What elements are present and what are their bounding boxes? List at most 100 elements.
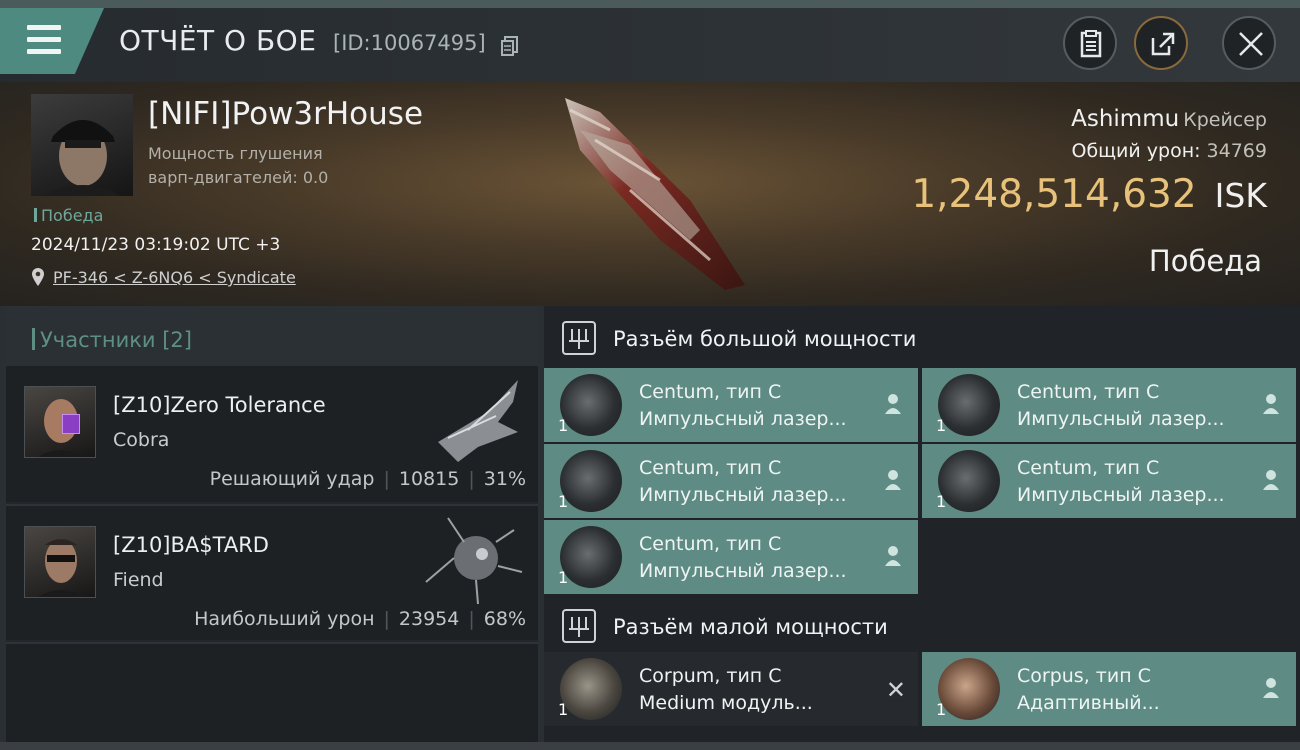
close-icon [1239, 32, 1263, 56]
module-type: Импульсный лазер... [639, 408, 847, 430]
isk-unit: ISK [1214, 176, 1267, 215]
avatar-art [38, 399, 84, 457]
module-slot[interactable]: 1 Centum, тип С Импульсный лазер... [922, 444, 1296, 518]
avatar[interactable] [24, 386, 96, 458]
attacker-role: Наибольший урон [194, 608, 375, 630]
laser-module-icon [560, 526, 622, 588]
low-slot-icon [562, 609, 596, 643]
module-name: Centum, тип С [639, 381, 782, 403]
high-slot-title: Разъём большой мощности [613, 327, 917, 351]
module-slot[interactable]: 1 Corpus, тип С Адаптивный... [922, 652, 1296, 726]
participants-panel: Участники [2] [Z10]Zero Tolerance Cobra … [0, 306, 544, 750]
attacker-ship-image [438, 380, 518, 462]
attacker-percent: 68% [483, 608, 526, 630]
avatar-art [38, 539, 84, 597]
slot-quantity: 1 [558, 568, 569, 587]
total-damage-label: Общий урон: [1071, 140, 1201, 162]
victim-result-badge: Победа [34, 206, 103, 225]
menu-button[interactable] [0, 8, 104, 74]
share-button[interactable] [1134, 16, 1188, 70]
person-icon [885, 470, 901, 490]
module-slot[interactable]: 1 Centum, тип С Импульсный лазер... [544, 444, 918, 518]
attacker-row[interactable]: [Z10]Zero Tolerance Cobra Решающий удар |… [6, 366, 538, 502]
ship-class: Крейсер [1183, 109, 1267, 131]
low-slot-title: Разъём малой мощности [613, 615, 888, 639]
victim-portrait[interactable] [31, 94, 133, 196]
module-slot[interactable]: 1 Centum, тип С Импульсный лазер... [922, 368, 1296, 442]
report-id: [ID:10067495] [333, 31, 486, 55]
person-icon [1263, 470, 1279, 490]
person-icon [885, 546, 901, 566]
victim-ship: Ashimmu Крейсер [1071, 106, 1267, 132]
attacker-percent: 31% [483, 468, 526, 490]
slot-quantity: 1 [558, 416, 569, 435]
module-name: Centum, тип С [639, 533, 782, 555]
module-slot[interactable]: 1 Centum, тип С Импульсный лазер... [544, 520, 918, 594]
laser-module-icon [560, 374, 622, 436]
clipboard-button[interactable] [1063, 16, 1117, 70]
slot-quantity: 1 [558, 492, 569, 511]
low-slot-section-header: Разъём малой мощности [544, 594, 1300, 656]
person-icon [1263, 678, 1279, 698]
laser-module-icon [938, 450, 1000, 512]
attacker-name: [Z10]Zero Tolerance [113, 393, 326, 417]
kill-summary: [NIFI]Pow3rHouse Мощность глушения варп-… [0, 82, 1300, 306]
attacker-ship-image [425, 517, 523, 605]
laser-module-icon [938, 374, 1000, 436]
laser-module-icon [560, 450, 622, 512]
clipboard-icon [1080, 30, 1102, 58]
victim-name: [NIFI]Pow3rHouse [148, 96, 424, 132]
module-slot[interactable]: 1 Centum, тип С Импульсный лазер... [544, 368, 918, 442]
participants-title: Участники [2] [32, 328, 192, 352]
isk-value: 1,248,514,632 ISK [911, 172, 1267, 217]
victim-warp-scramble-stat: Мощность глушения варп-двигателей: 0.0 [148, 142, 378, 190]
module-type: Импульсный лазер... [1017, 484, 1225, 506]
person-icon [885, 394, 901, 414]
slot-quantity: 1 [936, 700, 947, 719]
module-slot[interactable]: 1 Corpum, тип С Medium модуль... ✕ [544, 652, 918, 726]
slot-quantity: 1 [558, 700, 569, 719]
battle-outcome: Победа [1148, 244, 1262, 278]
person-icon [1263, 394, 1279, 414]
kill-location-link[interactable]: PF-346 < Z-6NQ6 < Syndicate [53, 268, 296, 287]
attacker-stats: Наибольший урон | 23954 | 68% [194, 608, 526, 630]
header-accent-line [0, 0, 1300, 8]
attacker-row[interactable]: [Z10]BA$TARD Fiend Наибольший урон | 23954… [6, 504, 538, 640]
attacker-stats: Решающий удар | 10815 | 31% [209, 468, 526, 490]
hardener-module-icon [938, 658, 1000, 720]
module-type: Medium модуль... [639, 692, 813, 714]
page-title: ОТЧЁТ О БОЕ [119, 24, 317, 57]
ship-name: Ashimmu [1071, 106, 1180, 132]
header-bar: ОТЧЁТ О БОЕ [ID:10067495] [0, 0, 1300, 82]
share-icon [1151, 32, 1175, 56]
high-slot-icon [562, 321, 596, 355]
attacker-damage: 10815 [398, 468, 460, 490]
final-blow-badge-icon [62, 414, 80, 434]
module-name: Centum, тип С [1017, 457, 1160, 479]
module-type: Импульсный лазер... [1017, 408, 1225, 430]
attacker-ship: Cobra [113, 429, 170, 451]
destroyed-x-icon: ✕ [885, 676, 906, 704]
copy-icon[interactable] [501, 36, 519, 56]
slot-quantity: 1 [936, 492, 947, 511]
module-type: Импульсный лазер... [639, 484, 847, 506]
attacker-ship: Fiend [113, 569, 164, 591]
module-name: Centum, тип С [1017, 381, 1160, 403]
module-name: Centum, тип С [639, 457, 782, 479]
slot-quantity: 1 [936, 416, 947, 435]
participants-header: Участники [2] [6, 306, 538, 366]
participants-empty-area [6, 642, 538, 750]
module-name: Corpus, тип С [1017, 665, 1151, 687]
victim-ship-image [565, 98, 745, 290]
bottom-strip [0, 742, 1300, 750]
attacker-name: [Z10]BA$TARD [113, 533, 269, 557]
stat-line-1: Мощность глушения [148, 144, 323, 163]
armor-module-icon [560, 658, 622, 720]
close-button[interactable] [1222, 16, 1276, 70]
hamburger-icon [27, 25, 61, 55]
total-damage-value: 34769 [1206, 140, 1267, 162]
avatar[interactable] [24, 526, 96, 598]
total-damage: Общий урон: 34769 [1071, 140, 1267, 162]
high-slot-section-header: Разъём большой мощности [544, 306, 1300, 368]
module-type: Импульсный лазер... [639, 560, 847, 582]
